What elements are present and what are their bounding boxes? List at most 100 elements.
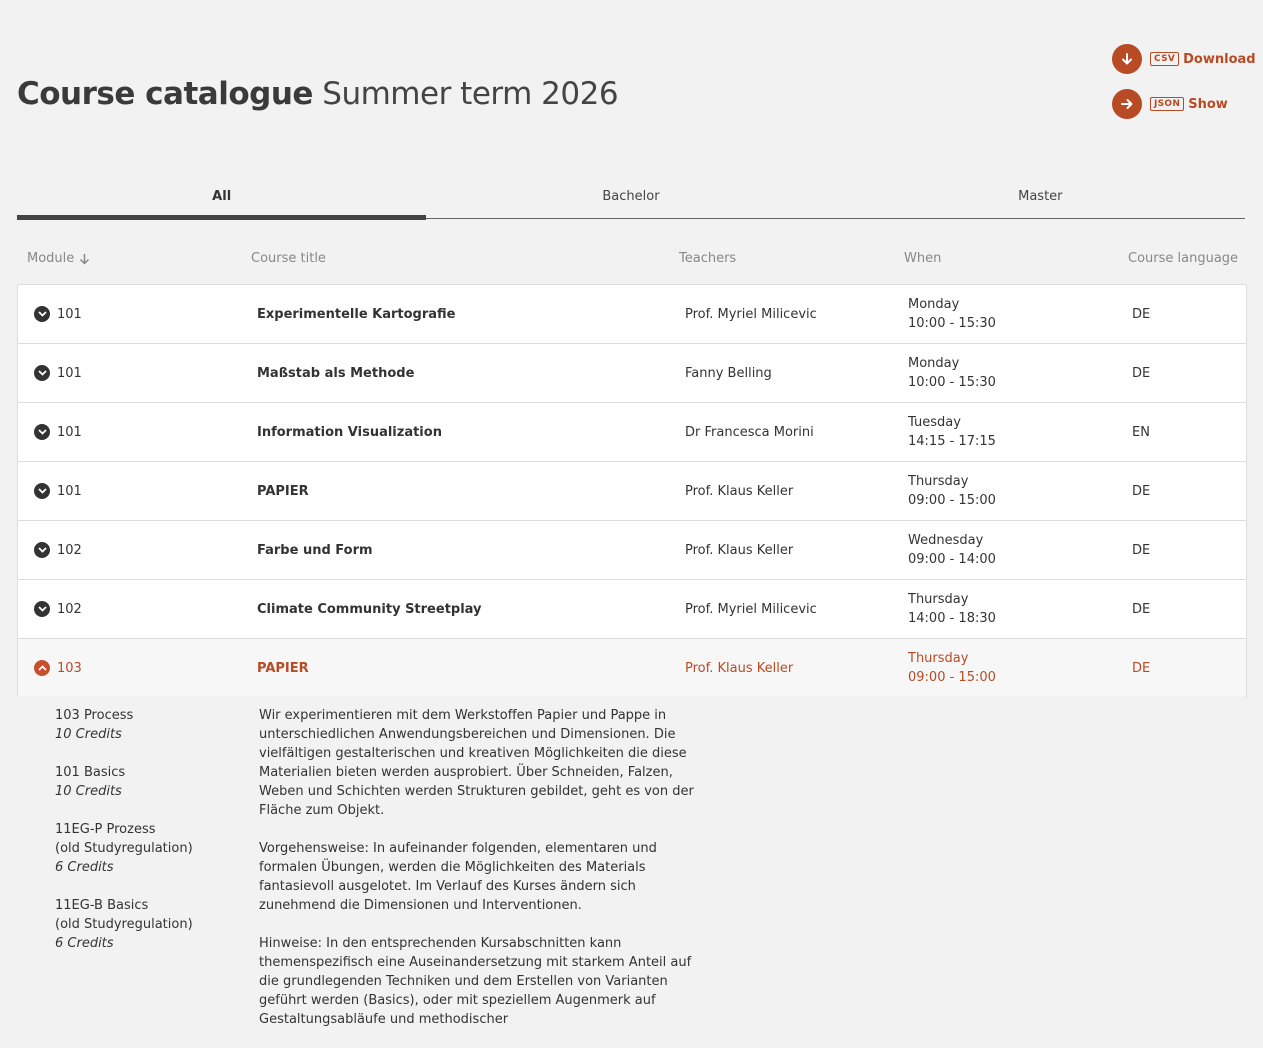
arrow-right-icon: [1112, 89, 1142, 119]
course-table: 101 Experimentelle Kartografie Prof. Myr…: [17, 284, 1247, 698]
description-paragraph: Vorgehensweise: In aufeinander folgenden…: [259, 841, 657, 913]
course-details-panel: 103 Process 10 Credits 101 Basics 10 Cre…: [17, 696, 1245, 1027]
course-day: Thursday: [908, 474, 969, 489]
course-time: 09:00 - 15:00: [908, 670, 996, 685]
course-language: DE: [1132, 483, 1151, 499]
table-row[interactable]: 101 PAPIER Prof. Klaus Keller Thursday 0…: [18, 462, 1246, 521]
column-header-teachers[interactable]: Teachers: [679, 251, 736, 266]
course-teacher: Prof. Myriel Milicevic: [685, 306, 817, 322]
course-day: Tuesday: [908, 415, 961, 430]
csv-format-badge: CSV: [1150, 52, 1180, 66]
course-title: Farbe und Form: [257, 542, 373, 558]
column-header-language[interactable]: Course language: [1128, 251, 1238, 266]
module-cell: 103: [34, 639, 82, 697]
module-number: 101: [57, 483, 82, 499]
course-language: DE: [1132, 660, 1151, 676]
module-cell: 101: [34, 285, 82, 343]
course-teacher: Prof. Klaus Keller: [685, 660, 794, 676]
credit-value: 6 Credits: [55, 936, 114, 951]
chevron-down-icon[interactable]: [34, 483, 50, 499]
column-header-module-label: Module: [27, 251, 75, 266]
course-day: Monday: [908, 297, 960, 312]
table-row[interactable]: 102 Climate Community Streetplay Prof. M…: [18, 580, 1246, 639]
course-title: Climate Community Streetplay: [257, 601, 482, 617]
credit-value: 10 Credits: [55, 727, 122, 742]
credit-item: 11EG-P Prozess (old Studyregulation) 6 C…: [55, 820, 245, 877]
course-title: Information Visualization: [257, 424, 442, 440]
course-when: Monday 10:00 - 15:30: [908, 285, 996, 343]
credit-module-name: 11EG-P Prozess: [55, 822, 156, 837]
chevron-down-icon[interactable]: [34, 424, 50, 440]
table-row[interactable]: 102 Farbe und Form Prof. Klaus Keller We…: [18, 521, 1246, 580]
course-day: Thursday: [908, 592, 969, 607]
tab-master[interactable]: Master: [836, 180, 1245, 218]
csv-download-button[interactable]: CSV Download: [1112, 44, 1256, 74]
module-number: 101: [57, 365, 82, 381]
course-time: 09:00 - 14:00: [908, 552, 996, 567]
module-number: 102: [57, 542, 82, 558]
chevron-down-icon[interactable]: [34, 542, 50, 558]
course-when: Thursday 09:00 - 15:00: [908, 639, 996, 697]
course-teacher: Dr Francesca Morini: [685, 424, 814, 440]
arrow-down-icon: [1112, 44, 1142, 74]
module-credits-list: 103 Process 10 Credits 101 Basics 10 Cre…: [55, 706, 245, 972]
column-header-when[interactable]: When: [904, 251, 941, 266]
course-time: 09:00 - 15:00: [908, 493, 996, 508]
json-show-button[interactable]: JSON Show: [1112, 89, 1228, 119]
course-language: DE: [1132, 306, 1151, 322]
course-language: DE: [1132, 542, 1151, 558]
course-day: Wednesday: [908, 533, 984, 548]
csv-download-label: Download: [1183, 51, 1256, 67]
json-format-badge: JSON: [1150, 97, 1185, 111]
chevron-up-icon[interactable]: [34, 660, 50, 676]
table-row[interactable]: 101 Information Visualization Dr Frances…: [18, 403, 1246, 462]
credit-module-name: 103 Process: [55, 708, 134, 723]
table-row[interactable]: 101 Experimentelle Kartografie Prof. Myr…: [18, 285, 1246, 344]
credit-item: 101 Basics 10 Credits: [55, 763, 245, 801]
module-cell: 101: [34, 462, 82, 520]
credit-value: 10 Credits: [55, 784, 122, 799]
table-row-expanded[interactable]: 103 PAPIER Prof. Klaus Keller Thursday 0…: [18, 639, 1246, 698]
course-time: 10:00 - 15:30: [908, 316, 996, 331]
page-title: Course catalogue Summer term 2026: [17, 74, 619, 114]
credit-module-note: (old Studyregulation): [55, 841, 193, 856]
course-when: Monday 10:00 - 15:30: [908, 344, 996, 402]
course-title: Maßstab als Methode: [257, 365, 415, 381]
sort-arrow-down-icon: [79, 253, 90, 265]
chevron-down-icon[interactable]: [34, 306, 50, 322]
column-header-module[interactable]: Module: [27, 251, 90, 266]
column-header-title[interactable]: Course title: [251, 251, 326, 266]
course-teacher: Prof. Klaus Keller: [685, 542, 794, 558]
table-row[interactable]: 101 Maßstab als Methode Fanny Belling Mo…: [18, 344, 1246, 403]
course-title: PAPIER: [257, 483, 309, 499]
credit-item: 11EG-B Basics (old Studyregulation) 6 Cr…: [55, 896, 245, 953]
module-cell: 101: [34, 403, 82, 461]
course-when: Tuesday 14:15 - 17:15: [908, 403, 996, 461]
course-when: Thursday 14:00 - 18:30: [908, 580, 996, 638]
credit-item: 103 Process 10 Credits: [55, 706, 245, 744]
course-title: PAPIER: [257, 660, 309, 676]
chevron-down-icon[interactable]: [34, 601, 50, 617]
module-number: 103: [57, 660, 82, 676]
course-when: Wednesday 09:00 - 14:00: [908, 521, 996, 579]
module-cell: 102: [34, 580, 82, 638]
course-time: 14:15 - 17:15: [908, 434, 996, 449]
module-number: 102: [57, 601, 82, 617]
course-day: Monday: [908, 356, 960, 371]
credit-module-name: 101 Basics: [55, 765, 126, 780]
page-title-term: Summer term 2026: [322, 76, 619, 112]
description-paragraph: Wir experimentieren mit dem Werkstoffen …: [259, 708, 694, 818]
tab-all[interactable]: All: [17, 180, 427, 220]
course-language: EN: [1132, 424, 1150, 440]
course-title: Experimentelle Kartografie: [257, 306, 456, 322]
description-paragraph: Hinweise: In den entsprechenden Kursabsc…: [259, 936, 692, 1027]
json-show-label: Show: [1188, 96, 1228, 112]
course-language: DE: [1132, 601, 1151, 617]
degree-tabs: All Bachelor Master: [17, 180, 1245, 220]
credit-module-note: (old Studyregulation): [55, 917, 193, 932]
tab-bachelor[interactable]: Bachelor: [426, 180, 835, 218]
module-number: 101: [57, 306, 82, 322]
course-teacher: Prof. Klaus Keller: [685, 483, 794, 499]
course-teacher: Fanny Belling: [685, 365, 772, 381]
chevron-down-icon[interactable]: [34, 365, 50, 381]
